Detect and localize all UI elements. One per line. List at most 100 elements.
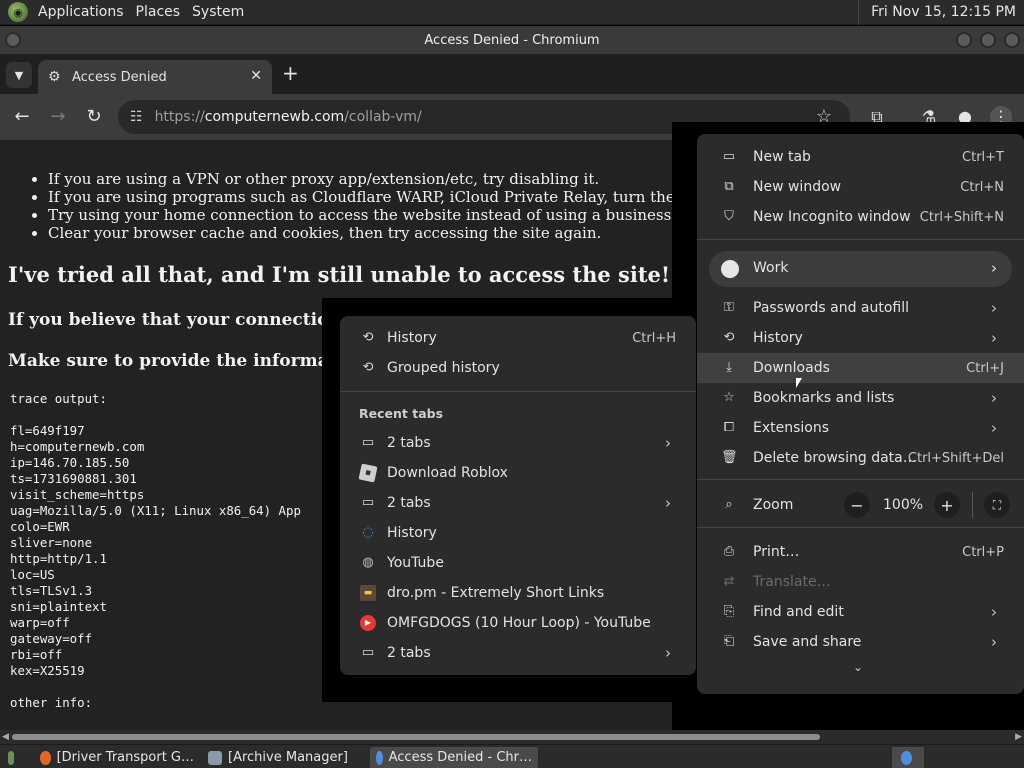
incognito-icon: ⛉	[724, 209, 734, 224]
submenu-item-grouped-history[interactable]: ⟲ Grouped history	[340, 353, 696, 383]
menu-item-save-share[interactable]: ⎗ Save and share ›	[697, 627, 1024, 657]
places-menu[interactable]: Places	[130, 0, 187, 25]
zoom-magnifier-icon: ⌕	[725, 497, 733, 512]
menu-item-find-edit[interactable]: ⎘ Find and edit ›	[697, 597, 1024, 627]
divider	[697, 239, 1024, 240]
trace-output-title: trace output:	[10, 391, 107, 406]
menu-item-delete-browsing-data[interactable]: 🗑 Delete browsing data… Ctrl+Shift+Del	[697, 443, 1024, 473]
chevron-right-icon: ›	[991, 259, 997, 277]
tab-favicon-icon: ⚙	[48, 69, 61, 85]
close-tab-icon[interactable]: ✕	[250, 68, 262, 84]
show-desktop-button[interactable]	[2, 747, 26, 768]
menu-item-history[interactable]: ⟲ History ›	[697, 323, 1024, 353]
new-tab-button[interactable]: +	[282, 63, 299, 83]
recent-tab-item[interactable]: ▭ 2 tabs ›	[340, 638, 696, 668]
menu-item-bookmarks[interactable]: ☆ Bookmarks and lists ›	[697, 383, 1024, 413]
chromium-icon	[901, 750, 912, 765]
chevron-right-icon: ›	[991, 633, 997, 651]
chromium-icon: ◌	[362, 525, 374, 540]
trace-line: loc=US	[10, 567, 55, 582]
trace-line: visit_scheme=https	[10, 487, 145, 502]
scroll-right-icon[interactable]: ▶	[1015, 730, 1022, 744]
maximize-button[interactable]	[980, 32, 996, 48]
menu-item-extensions[interactable]: ⧠ Extensions ›	[697, 413, 1024, 443]
history-clock-icon: ⟲	[362, 360, 374, 375]
recent-tab-item[interactable]: ▶ OMFGDOGS (10 Hour Loop) - YouTube	[340, 608, 696, 638]
close-window-button[interactable]	[1004, 32, 1020, 48]
divider	[340, 391, 696, 392]
taskbar-item-label: Access Denied - Chr…	[388, 750, 532, 765]
chevron-down-icon: ▼	[14, 68, 24, 82]
taskbar-item-driver-transport[interactable]: [Driver Transport G…	[34, 747, 200, 768]
trace-line: ip=146.70.185.50	[10, 455, 130, 470]
save-share-icon: ⎗	[723, 634, 735, 649]
recent-tab-item[interactable]: ▭ 2 tabs ›	[340, 428, 696, 458]
submenu-item-history[interactable]: ⟲ History Ctrl+H	[340, 323, 696, 353]
history-submenu: ⟲ History Ctrl+H ⟲ Grouped history Recen…	[340, 316, 696, 675]
profile-work-button[interactable]: Work ›	[709, 251, 1012, 287]
menu-item-new-window[interactable]: ⧉ New window Ctrl+N	[697, 172, 1024, 202]
zoom-out-button[interactable]: −	[844, 492, 870, 518]
minimize-button[interactable]	[956, 32, 972, 48]
history-clock-icon: ⟲	[723, 330, 735, 345]
tray-chromium-button[interactable]	[892, 747, 924, 768]
chromium-icon	[376, 750, 383, 765]
recent-tab-item[interactable]: ▭ 2 tabs ›	[340, 488, 696, 518]
taskbar-item-chromium[interactable]: Access Denied - Chr…	[370, 747, 538, 768]
tab-title: Access Denied	[72, 69, 167, 85]
trace-line: rbi=off	[10, 647, 63, 662]
recent-tab-item[interactable]: ◌ History	[340, 518, 696, 548]
tab-search-button[interactable]: ▼	[6, 62, 32, 88]
recent-tab-item[interactable]: ▬ dro.pm - Extremely Short Links	[340, 578, 696, 608]
back-arrow-icon[interactable]: ←	[11, 106, 33, 128]
zoom-level: 100%	[883, 497, 924, 513]
horizontal-scrollbar[interactable]: ◀ ▶	[0, 730, 1024, 744]
url-host: computernewb.com	[204, 109, 345, 125]
forward-arrow-icon[interactable]: →	[47, 106, 69, 128]
trace-line: sni=plaintext	[10, 599, 107, 614]
taskbar-item-archive-manager[interactable]: [Archive Manager]	[202, 747, 368, 768]
zoom-in-button[interactable]: +	[934, 492, 960, 518]
menu-item-new-incognito[interactable]: ⛉ New Incognito window Ctrl+Shift+N	[697, 202, 1024, 232]
download-icon: ⤓	[726, 360, 732, 375]
trace-line: fl=649f197	[10, 423, 85, 438]
window-icon: ▭	[361, 495, 375, 510]
chevron-right-icon: ›	[991, 419, 997, 437]
divider	[972, 492, 973, 518]
menu-item-downloads[interactable]: ⤓ Downloads Ctrl+J	[697, 353, 1024, 383]
fullscreen-icon[interactable]: ⛶	[984, 492, 1010, 518]
tab-access-denied[interactable]: ⚙ Access Denied ✕	[38, 60, 272, 94]
menu-item-passwords[interactable]: ⚿ Passwords and autofill ›	[697, 293, 1024, 323]
trace-output: fl=649f197 h=computernewb.com ip=146.70.18…	[10, 423, 301, 679]
scroll-left-icon[interactable]: ◀	[2, 730, 9, 744]
site-settings-icon[interactable]: ☷	[130, 109, 143, 125]
trace-line: tls=TLSv1.3	[10, 583, 93, 598]
recent-tab-item[interactable]: ◍ YouTube	[340, 548, 696, 578]
firefox-icon	[40, 750, 51, 765]
more-chevron-icon[interactable]: ⌄	[853, 660, 863, 674]
desktop-icon	[8, 750, 14, 765]
system-menu[interactable]: System	[186, 0, 250, 25]
scrollbar-thumb[interactable]	[12, 734, 820, 740]
clock[interactable]: Fri Nov 15, 12:15 PM	[858, 0, 1024, 25]
profile-avatar-icon	[721, 260, 739, 278]
chevron-right-icon: ›	[991, 389, 997, 407]
divider	[697, 479, 1024, 480]
chevron-right-icon: ›	[991, 603, 997, 621]
window-menu-button[interactable]	[5, 32, 21, 48]
reload-icon[interactable]: ↻	[83, 106, 105, 128]
trace-line: sliver=none	[10, 535, 93, 550]
roblox-icon: ▪	[358, 463, 378, 483]
chevron-right-icon: ›	[665, 434, 671, 452]
menu-item-print[interactable]: ⎙ Print… Ctrl+P	[697, 537, 1024, 567]
url-scheme: https://	[154, 109, 205, 125]
trace-line: h=computernewb.com	[10, 439, 145, 454]
menu-item-translate: ⇄ Translate…	[697, 567, 1024, 597]
recent-tab-item[interactable]: ▪ Download Roblox	[340, 458, 696, 488]
applications-menu[interactable]: Applications	[32, 0, 130, 25]
trace-line: http=http/1.1	[10, 551, 107, 566]
distro-logo-icon[interactable]: ◉	[8, 2, 28, 22]
menu-item-new-tab[interactable]: ▭ New tab Ctrl+T	[697, 142, 1024, 172]
chevron-right-icon: ›	[991, 329, 997, 347]
window-titlebar[interactable]: Access Denied - Chromium	[0, 26, 1024, 54]
